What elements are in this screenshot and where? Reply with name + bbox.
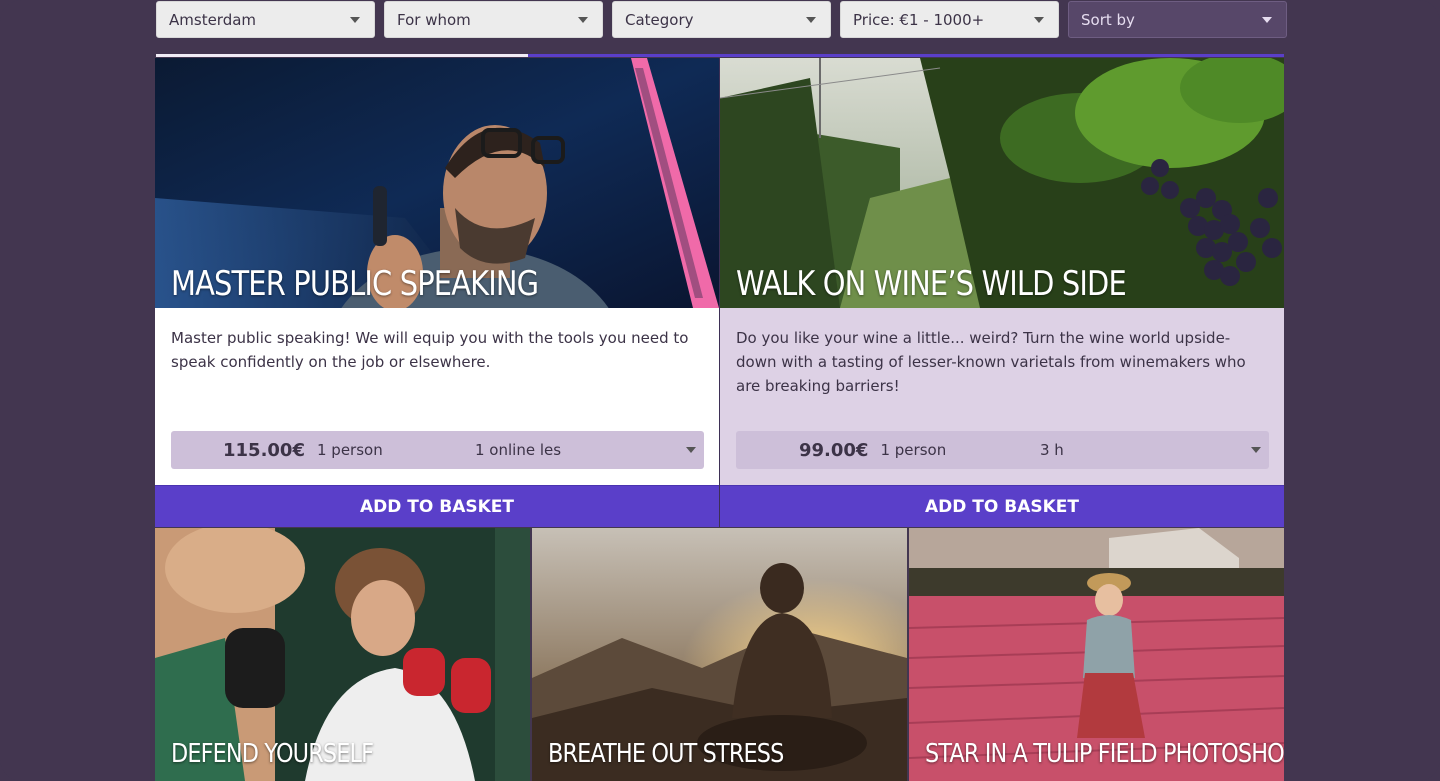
chevron-down-icon bbox=[1251, 447, 1261, 453]
option-select[interactable]: 115.00€ 1 person 1 online les bbox=[171, 431, 704, 469]
filter-bar: Amsterdam For whom Category Price: €1 - … bbox=[156, 1, 1287, 38]
for-whom-select[interactable]: For whom bbox=[384, 1, 603, 38]
chevron-down-icon bbox=[1262, 16, 1272, 23]
product-title: Walk on wine’s wild side bbox=[736, 264, 1127, 304]
add-to-basket-button[interactable]: Add to basket bbox=[155, 485, 719, 527]
price-select-label: Price: €1 - 1000+ bbox=[853, 10, 985, 29]
chevron-down-icon bbox=[806, 16, 816, 23]
duration-label: 3 h bbox=[1040, 441, 1064, 459]
product-card-breathe[interactable]: Breathe out stress bbox=[532, 528, 907, 781]
chevron-down-icon bbox=[578, 16, 588, 23]
city-select[interactable]: Amsterdam bbox=[156, 1, 375, 38]
city-select-label: Amsterdam bbox=[169, 10, 257, 29]
for-whom-select-label: For whom bbox=[397, 10, 471, 29]
product-card-self-defense[interactable]: Defend yourself bbox=[155, 528, 530, 781]
product-title: Defend yourself bbox=[171, 739, 374, 769]
persons-label: 1 person bbox=[316, 441, 383, 459]
category-select-label: Category bbox=[625, 10, 694, 29]
persons-label: 1 person bbox=[880, 441, 947, 459]
product-image-public-speaking: Master public speaking bbox=[155, 58, 719, 308]
price-select[interactable]: Price: €1 - 1000+ bbox=[840, 1, 1059, 38]
product-description: Do you like your wine a little... weird?… bbox=[736, 329, 1246, 395]
add-to-basket-button[interactable]: Add to basket bbox=[720, 485, 1284, 527]
product-title: Star in a tulip field photoshoot bbox=[925, 739, 1284, 769]
product-price: 115.00€ bbox=[223, 439, 305, 461]
product-price: 99.00€ bbox=[799, 439, 869, 461]
product-title: Master public speaking bbox=[171, 264, 539, 304]
scroll-progress-fill bbox=[156, 54, 529, 57]
chevron-down-icon bbox=[350, 16, 360, 23]
product-card-tulip[interactable]: Star in a tulip field photoshoot bbox=[909, 528, 1284, 781]
chevron-down-icon bbox=[686, 447, 696, 453]
duration-label: 1 online les bbox=[475, 441, 562, 459]
sort-select[interactable]: Sort by bbox=[1068, 1, 1287, 38]
product-image-wine: Walk on wine’s wild side bbox=[720, 58, 1284, 308]
scroll-progress-bar bbox=[156, 54, 1284, 57]
product-description: Master public speaking! We will equip yo… bbox=[171, 329, 689, 371]
chevron-down-icon bbox=[1034, 16, 1044, 23]
app-frame: Amsterdam For whom Category Price: €1 - … bbox=[0, 0, 1440, 781]
product-title: Breathe out stress bbox=[548, 739, 784, 769]
product-card-wine[interactable]: Walk on wine’s wild side Do you like you… bbox=[720, 58, 1284, 527]
sort-select-label: Sort by bbox=[1081, 10, 1135, 29]
option-select[interactable]: 99.00€ 1 person 3 h bbox=[736, 431, 1269, 469]
product-card-public-speaking[interactable]: Master public speaking Master public spe… bbox=[155, 58, 719, 527]
category-select[interactable]: Category bbox=[612, 1, 831, 38]
